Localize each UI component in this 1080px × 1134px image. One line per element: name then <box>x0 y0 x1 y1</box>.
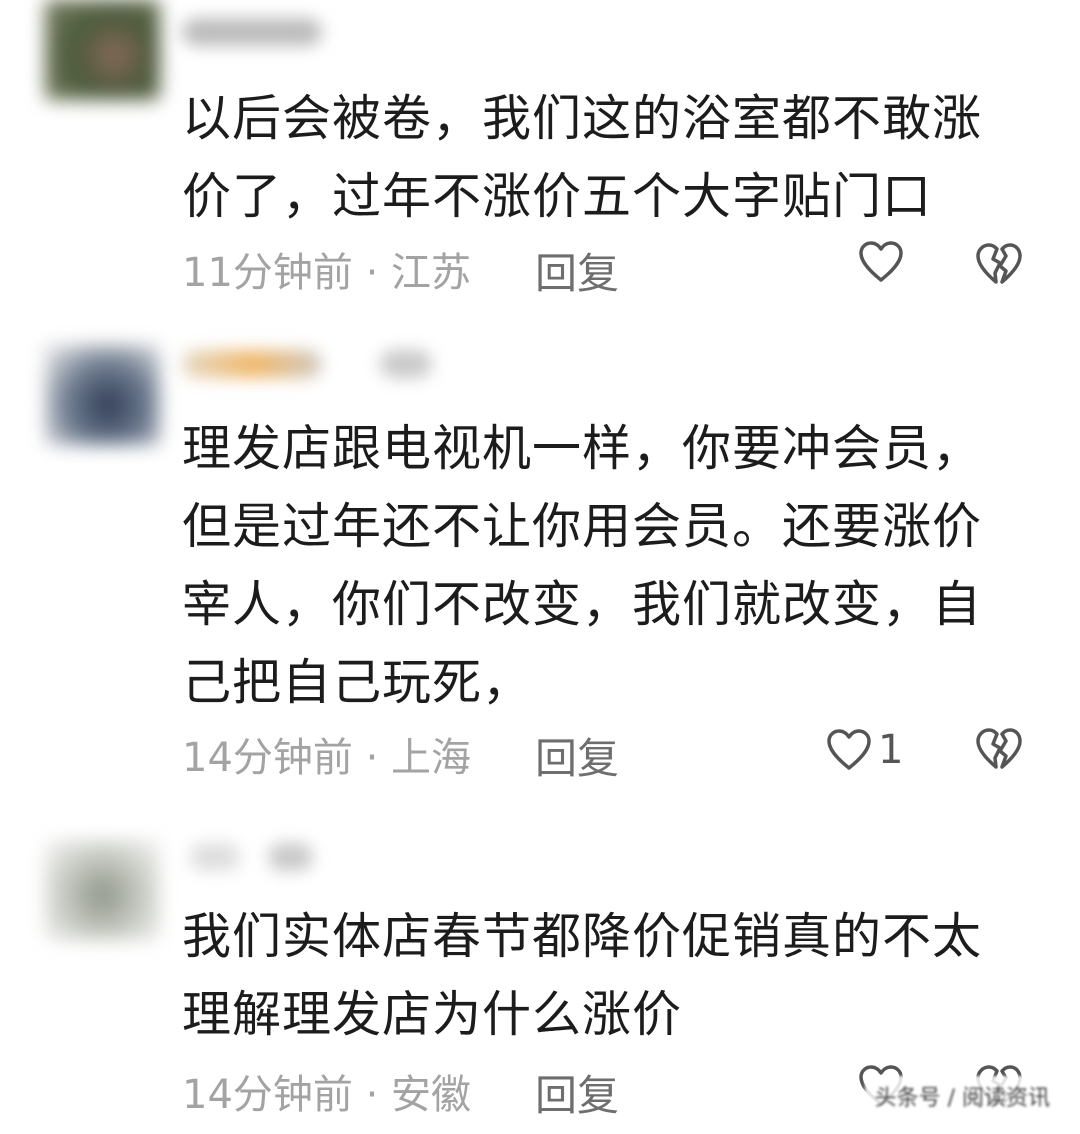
comment-text: 以后会被卷，我们这的浴室都不敢涨价了，过年不涨价五个大字贴门口 <box>182 90 983 225</box>
broken-heart-icon <box>975 242 1023 286</box>
broken-heart-icon <box>975 727 1023 771</box>
time-location: 14分钟前 · 安徽 <box>182 1072 472 1118</box>
comment-text: 理发店跟电视机一样，你要冲会员，但是过年还不让你用会员。还要涨价宰人，你们不改变… <box>182 420 983 711</box>
time-location: 14分钟前 · 上海 <box>182 735 472 781</box>
user-avatar[interactable] <box>45 0 160 100</box>
username-blurred[interactable] <box>190 843 240 871</box>
reply-button[interactable]: 回复 <box>535 725 619 786</box>
comment-text: 我们实体店春节都降价促销真的不太理解理发店为什么涨价 <box>182 908 983 1043</box>
username-badge-blurred <box>380 350 432 378</box>
username-blurred[interactable] <box>182 18 322 46</box>
comment-meta: 14分钟前 · 安徽 <box>182 1062 471 1120</box>
time-location: 11分钟前 · 江苏 <box>182 250 472 296</box>
watermark: 头条号 / 阅读资讯 <box>864 1076 1060 1116</box>
reply-button[interactable]: 回复 <box>535 240 619 301</box>
user-avatar[interactable] <box>45 840 160 940</box>
dislike-button[interactable] <box>975 242 1023 286</box>
dislike-button[interactable] <box>975 727 1023 771</box>
user-avatar[interactable] <box>45 345 160 445</box>
reply-button[interactable]: 回复 <box>535 1062 619 1123</box>
username-badge-blurred <box>268 843 313 871</box>
like-button[interactable]: 1 <box>826 727 903 773</box>
heart-outline-icon <box>826 728 872 772</box>
heart-outline-icon <box>858 240 904 284</box>
like-count: 1 <box>878 727 904 773</box>
username-blurred[interactable] <box>182 350 322 378</box>
comment-meta: 14分钟前 · 上海 <box>182 725 471 783</box>
comment-meta: 11分钟前 · 江苏 <box>182 240 471 298</box>
like-button[interactable] <box>858 240 904 284</box>
